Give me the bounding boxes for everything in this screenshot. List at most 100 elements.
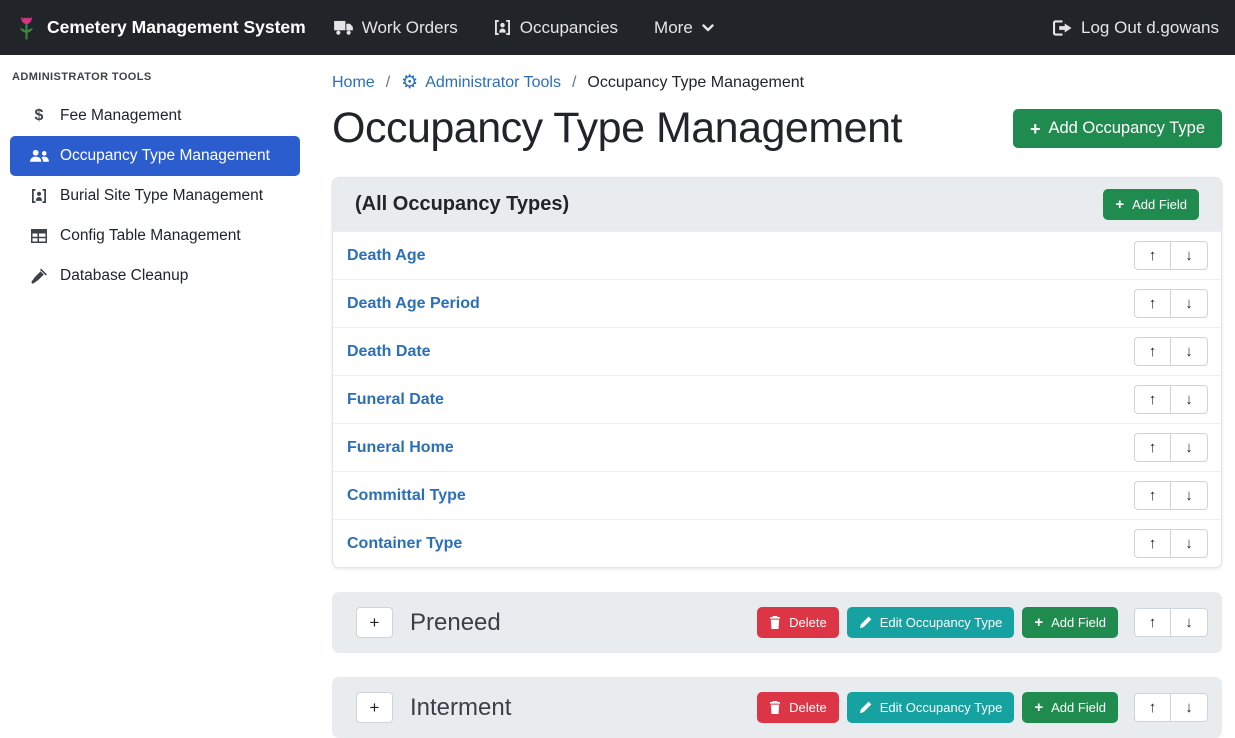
breadcrumb-admin-tools-label: Administrator Tools [425,74,561,92]
frame-person-icon [494,20,511,35]
plus-icon: + [1115,197,1124,212]
delete-button[interactable]: Delete [757,692,839,723]
move-down-button[interactable]: ↓ [1171,385,1208,414]
move-down-button[interactable]: ↓ [1171,289,1208,318]
reorder-button-group: ↑ ↓ [1134,385,1208,414]
move-down-button[interactable]: ↓ [1171,241,1208,270]
move-up-button[interactable]: ↑ [1134,529,1171,558]
title-row: Occupancy Type Management + Add Occupanc… [332,104,1222,153]
reorder-button-group: ↑ ↓ [1134,481,1208,510]
field-row: Container Type ↑ ↓ [333,519,1221,567]
field-row: Funeral Home ↑ ↓ [333,423,1221,471]
move-up-button[interactable]: ↑ [1134,693,1171,722]
nav-work-orders[interactable]: Work Orders [334,18,458,38]
nav-occupancies[interactable]: Occupancies [494,18,618,38]
dollar-icon: $ [28,107,50,125]
all-occupancy-types-header: (All Occupancy Types) + Add Field [333,178,1221,231]
breadcrumb-separator: / [572,74,576,92]
sidebar-item-config-table-management[interactable]: Config Table Management [10,216,300,256]
nav-right: Log Out d.gowans [1053,18,1219,38]
occupancy-type-name: Interment [410,694,511,722]
move-up-button[interactable]: ↑ [1134,433,1171,462]
sidebar-item-label: Occupancy Type Management [60,147,270,165]
sidebar-item-occupancy-type-management[interactable]: Occupancy Type Management [10,136,300,176]
field-link-death-date[interactable]: Death Date [347,343,431,361]
truck-icon [334,20,353,35]
all-occupancy-types-title: (All Occupancy Types) [355,193,569,216]
reorder-button-group: ↑ ↓ [1134,529,1208,558]
add-field-button[interactable]: + Add Field [1022,692,1118,723]
move-up-button[interactable]: ↑ [1134,385,1171,414]
sidebar-item-label: Burial Site Type Management [60,187,263,205]
reorder-button-group: ↑ ↓ [1134,241,1208,270]
admin-tools-sidebar: ADMINISTRATOR TOOLS $ Fee Management Occ… [0,55,310,738]
add-occupancy-type-button[interactable]: + Add Occupancy Type [1013,109,1222,148]
sidebar-item-label: Fee Management [60,107,182,125]
reorder-button-group: ↑ ↓ [1134,289,1208,318]
field-row: Death Age ↑ ↓ [333,231,1221,279]
sidebar-item-label: Database Cleanup [60,267,188,285]
plus-icon: + [1030,120,1041,138]
move-up-button[interactable]: ↑ [1134,241,1171,270]
logout-link[interactable]: Log Out d.gowans [1053,18,1219,38]
nav-more[interactable]: More [654,18,714,38]
delete-label: Delete [789,700,827,715]
add-occupancy-type-label: Add Occupancy Type [1048,119,1205,138]
layout: ADMINISTRATOR TOOLS $ Fee Management Occ… [0,55,1235,738]
move-down-button[interactable]: ↓ [1171,529,1208,558]
field-link-committal-type[interactable]: Committal Type [347,487,466,505]
delete-label: Delete [789,615,827,630]
frame-person-icon [28,189,50,203]
expand-button[interactable]: + [356,692,393,723]
plus-icon: + [1034,615,1043,630]
field-link-death-age-period[interactable]: Death Age Period [347,295,480,313]
move-up-button[interactable]: ↑ [1134,289,1171,318]
breadcrumb-current: Occupancy Type Management [587,74,804,92]
move-down-button[interactable]: ↓ [1171,481,1208,510]
section-actions: Delete Edit Occupancy Type + Add Field ↑… [757,607,1208,638]
page-title: Occupancy Type Management [332,104,902,153]
field-row: Funeral Date ↑ ↓ [333,375,1221,423]
brand-title: Cemetery Management System [47,17,306,38]
trash-icon [769,616,781,629]
edit-occupancy-type-label: Edit Occupancy Type [880,615,1003,630]
move-up-button[interactable]: ↑ [1134,337,1171,366]
occupancy-type-name: Preneed [410,609,501,637]
breadcrumb-home[interactable]: Home [332,74,375,92]
flower-logo-icon [16,14,37,41]
edit-occupancy-type-button[interactable]: Edit Occupancy Type [847,607,1015,638]
nav-more-label: More [654,18,693,38]
delete-button[interactable]: Delete [757,607,839,638]
pencil-icon [859,701,872,714]
nav-links: Work Orders Occupancies More [334,18,714,38]
add-field-button[interactable]: + Add Field [1103,189,1199,220]
field-link-death-age[interactable]: Death Age [347,247,426,265]
move-down-button[interactable]: ↓ [1171,693,1208,722]
add-field-button[interactable]: + Add Field [1022,607,1118,638]
field-row: Death Date ↑ ↓ [333,327,1221,375]
field-link-container-type[interactable]: Container Type [347,535,462,553]
sidebar-item-database-cleanup[interactable]: Database Cleanup [10,256,300,296]
move-down-button[interactable]: ↓ [1171,433,1208,462]
top-navbar: Cemetery Management System Work Orders O… [0,0,1235,55]
occupancy-type-section-preneed: + Preneed Delete Edit Occupancy Type [332,592,1222,653]
brand[interactable]: Cemetery Management System [16,14,306,41]
expand-button[interactable]: + [356,607,393,638]
plus-icon: + [1034,700,1043,715]
move-down-button[interactable]: ↓ [1171,337,1208,366]
move-up-button[interactable]: ↑ [1134,481,1171,510]
edit-occupancy-type-button[interactable]: Edit Occupancy Type [847,692,1015,723]
field-link-funeral-date[interactable]: Funeral Date [347,391,444,409]
nav-work-orders-label: Work Orders [362,18,458,38]
breadcrumb-admin-tools[interactable]: ⚙ Administrator Tools [401,73,561,92]
move-up-button[interactable]: ↑ [1134,608,1171,637]
sidebar-item-burial-site-type-management[interactable]: Burial Site Type Management [10,176,300,216]
sidebar-item-fee-management[interactable]: $ Fee Management [10,96,300,136]
reorder-button-group: ↑ ↓ [1134,433,1208,462]
reorder-button-group: ↑ ↓ [1134,608,1208,637]
trash-icon [769,701,781,714]
reorder-button-group: ↑ ↓ [1134,693,1208,722]
move-down-button[interactable]: ↓ [1171,608,1208,637]
logout-label: Log Out d.gowans [1081,18,1219,38]
field-link-funeral-home[interactable]: Funeral Home [347,439,454,457]
